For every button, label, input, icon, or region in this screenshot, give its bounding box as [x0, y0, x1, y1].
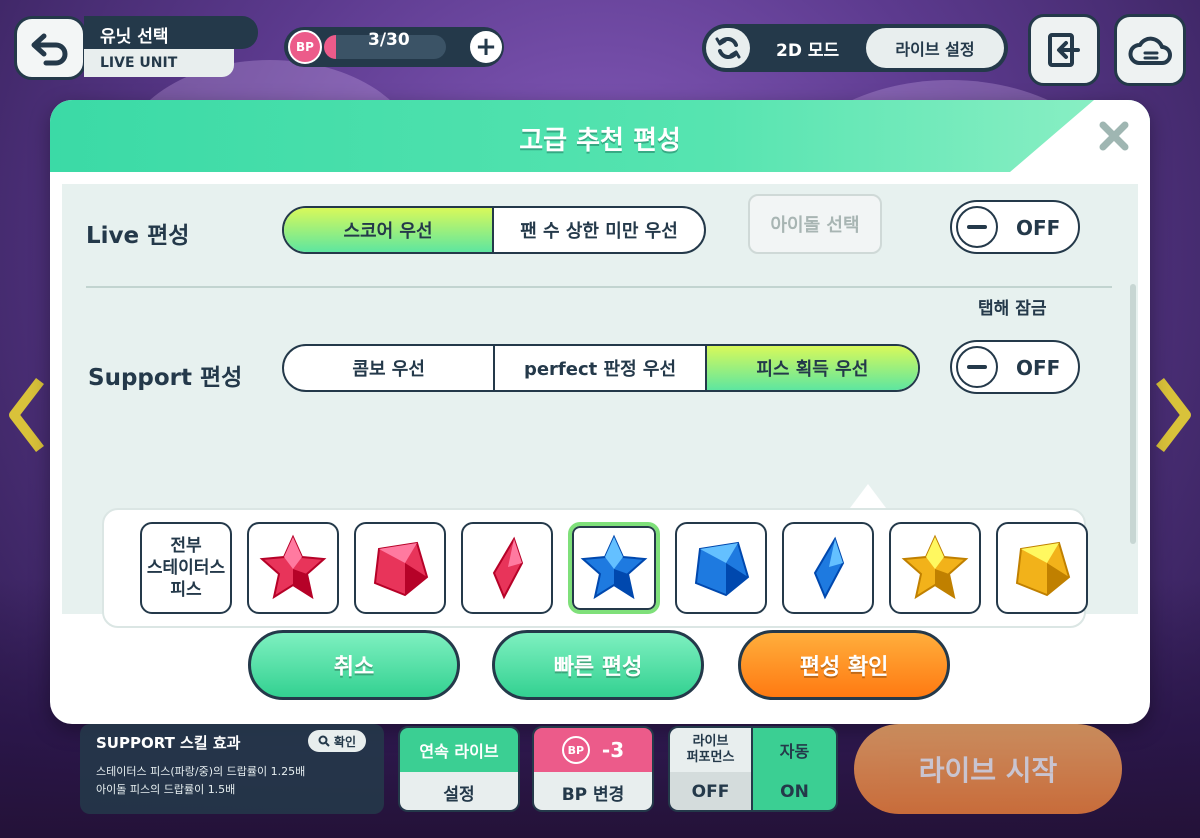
blue-cube-piece-icon — [694, 541, 750, 597]
support-confirm-label: 확인 — [333, 734, 356, 749]
piece-button[interactable] — [889, 522, 981, 614]
support-skill-line: 스테이터스 피스(파랑/중)의 드랍률이 1.25배 — [96, 765, 306, 778]
live-priority-segment: 스코어 우선 팬 수 상한 미만 우선 — [282, 206, 706, 254]
confirm-formation-button[interactable]: 편성 확인 — [738, 630, 950, 700]
all-pieces-line: 스테이터스 — [146, 557, 226, 578]
auto-label: 자동 — [753, 728, 836, 772]
red-cube-piece-icon — [373, 541, 429, 597]
back-arrow-icon — [31, 33, 68, 66]
screen-title-en: LIVE UNIT — [84, 49, 234, 77]
prev-arrow-icon[interactable] — [6, 375, 46, 455]
close-icon — [1099, 121, 1129, 151]
auto-button[interactable]: 자동 ON — [753, 728, 836, 810]
live-option-score[interactable]: 스코어 우선 — [284, 208, 494, 252]
live-start-button[interactable]: 라이브 시작 — [854, 724, 1122, 814]
pieces-pointer — [850, 484, 886, 508]
piece-button[interactable] — [996, 522, 1088, 614]
red-star-piece-icon — [259, 534, 327, 600]
support-skill-panel: SUPPORT 스킬 효과 확인 스테이터스 피스(파랑/중)의 드랍률이 1.… — [80, 724, 384, 814]
all-pieces-label: 전부 스테이터스 피스 — [147, 535, 225, 601]
bp-change-label: BP 변경 — [534, 772, 652, 810]
yellow-cube-piece-icon — [1015, 541, 1071, 597]
screen-title-kr: 유닛 선택 — [84, 16, 258, 49]
bp-value: 3/30 — [368, 30, 410, 50]
piece-button[interactable] — [782, 522, 874, 614]
row-divider — [86, 286, 1112, 288]
continuous-live-label: 연속 라이브 — [400, 728, 518, 772]
mode-toggle: 2D 모드 라이브 설정 — [702, 24, 1008, 72]
bp-bar-fill — [324, 35, 337, 59]
advanced-formation-modal: 고급 추천 편성 Live 편성 스코어 우선 팬 수 상한 미만 우선 아이돌… — [50, 100, 1150, 724]
cloud-button[interactable] — [1114, 14, 1186, 86]
modal-body: Live 편성 스코어 우선 팬 수 상한 미만 우선 아이돌 선택 OFF 탭… — [62, 184, 1138, 628]
blue-shard-piece-icon — [813, 536, 845, 600]
scrollbar[interactable] — [1130, 284, 1136, 544]
support-option-perfect[interactable]: perfect 판정 우선 — [495, 346, 707, 390]
live-performance-button[interactable]: 라이브 퍼포먼스 OFF — [670, 728, 754, 810]
close-button[interactable] — [1092, 114, 1136, 158]
refresh-icon — [715, 37, 741, 59]
piece-button[interactable] — [247, 522, 339, 614]
toggle-state-label: OFF — [1016, 356, 1061, 380]
next-arrow-icon[interactable] — [1154, 375, 1194, 455]
cloud-icon — [1128, 36, 1172, 65]
all-pieces-line: 피스 — [170, 580, 202, 601]
idol-select-button[interactable]: 아이돌 선택 — [748, 194, 882, 254]
piece-button[interactable] — [461, 522, 553, 614]
live-settings-button[interactable]: 라이브 설정 — [866, 28, 1004, 68]
toggle-knob — [956, 346, 998, 388]
live-performance-state: OFF — [670, 772, 752, 810]
live-formation-label: Live 편성 — [86, 223, 190, 249]
bp-change-button[interactable]: BP -3 BP 변경 — [532, 726, 654, 812]
live-performance-line: 라이브 — [692, 733, 729, 749]
bp-icon: BP — [288, 30, 322, 64]
toggle-knob — [956, 206, 998, 248]
continuous-live-setting: 설정 — [400, 772, 518, 810]
modal-title: 고급 추천 편성 — [519, 126, 681, 156]
live-performance-line: 퍼포먼스 — [686, 750, 735, 765]
piece-button[interactable] — [568, 522, 660, 614]
yellow-star-piece-icon — [901, 534, 969, 600]
bp-add-button[interactable]: + — [470, 31, 502, 63]
all-pieces-button[interactable]: 전부 스테이터스 피스 — [140, 522, 232, 614]
cancel-button[interactable]: 취소 — [248, 630, 460, 700]
bp-icon: BP — [561, 736, 590, 764]
exit-icon — [1048, 33, 1080, 67]
support-option-combo[interactable]: 콤보 우선 — [284, 346, 496, 390]
screen-title: 유닛 선택 LIVE UNIT — [84, 16, 258, 77]
support-formation-label: Support 편성 — [88, 365, 243, 391]
blue-star-piece-icon — [580, 534, 648, 600]
mode-refresh-button[interactable] — [706, 28, 750, 68]
all-pieces-line: 전부 — [170, 535, 202, 556]
support-priority-segment: 콤보 우선 perfect 판정 우선 피스 획득 우선 — [282, 344, 920, 392]
toggle-state-label: OFF — [1016, 216, 1061, 240]
quick-formation-button[interactable]: 빠른 편성 — [492, 630, 704, 700]
back-button[interactable] — [14, 16, 86, 80]
piece-button[interactable] — [675, 522, 767, 614]
exit-button[interactable] — [1028, 14, 1100, 86]
support-formation-toggle[interactable]: OFF — [950, 340, 1080, 394]
mode-2d-label[interactable]: 2D 모드 — [776, 36, 839, 61]
zoom-icon — [318, 735, 330, 747]
support-option-piece[interactable]: 피스 획득 우선 — [706, 346, 918, 390]
support-skill-line: 아이돌 피스의 드랍률이 1.5배 — [96, 783, 236, 796]
piece-button[interactable] — [354, 522, 446, 614]
piece-selector-panel: 전부 스테이터스 피스 — [102, 508, 1088, 628]
live-option-fans[interactable]: 팬 수 상한 미만 우선 — [494, 208, 704, 252]
support-confirm-button[interactable]: 확인 — [307, 730, 366, 752]
continuous-live-button[interactable]: 연속 라이브 설정 — [398, 726, 520, 812]
live-formation-toggle[interactable]: OFF — [950, 200, 1080, 254]
tap-lock-label: 탭해 잠금 — [978, 299, 1047, 319]
red-shard-piece-icon — [492, 536, 524, 600]
live-performance-label: 라이브 퍼포먼스 — [670, 728, 752, 772]
bp-meter: BP 3/30 + — [284, 27, 504, 67]
performance-auto-group: 라이브 퍼포먼스 OFF 자동 ON — [668, 726, 838, 812]
bp-cost-value: -3 — [601, 738, 625, 762]
bp-change-top: BP -3 — [534, 728, 652, 772]
auto-state: ON — [753, 772, 836, 810]
